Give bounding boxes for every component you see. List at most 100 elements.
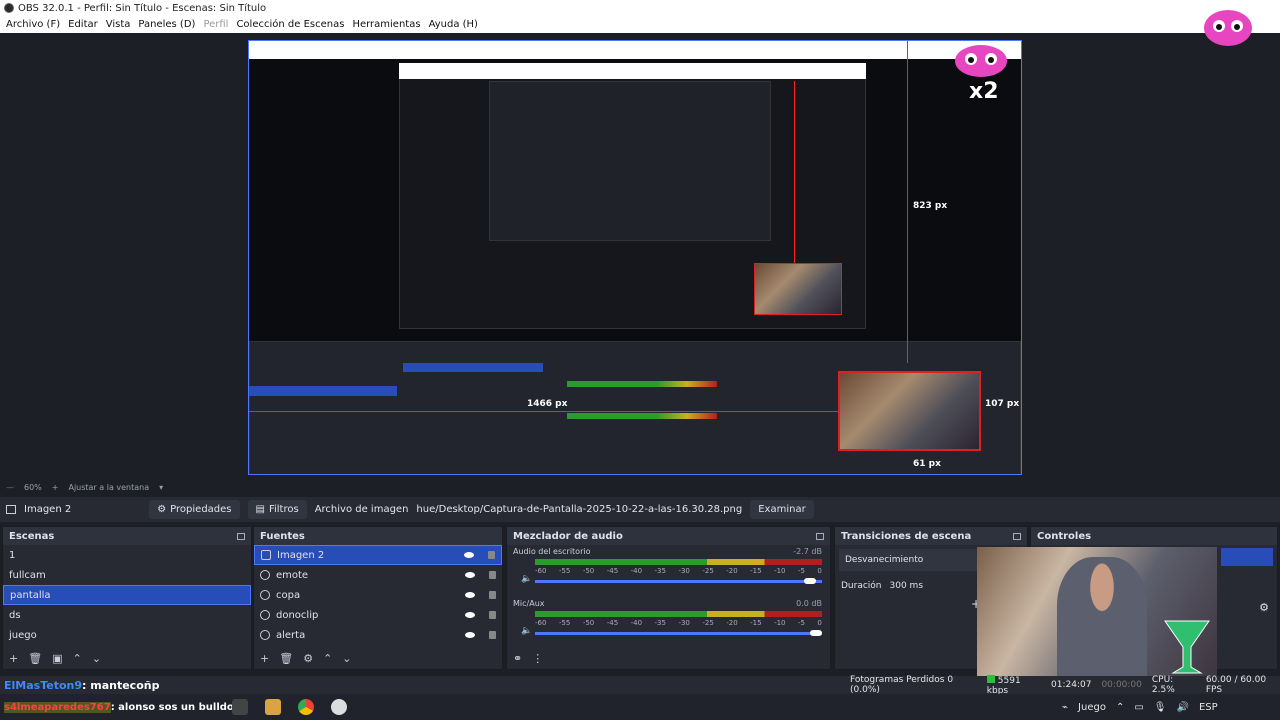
undock-icon[interactable] [816,532,824,540]
mixer-link-icon[interactable]: ⚭ [513,652,522,665]
scene-item-selected[interactable]: pantalla [3,585,251,605]
obs-taskbar-icon[interactable] [331,699,347,715]
tray-volume-icon[interactable]: 🔊 [1176,702,1188,713]
start-streaming-button[interactable] [1221,548,1273,566]
move-down-icon[interactable]: ⌄ [92,652,101,665]
add-scene-icon[interactable]: + [9,652,18,665]
menu-editar[interactable]: Editar [64,19,102,30]
duration-label: Duración [841,581,882,591]
volume-slider-knob[interactable] [804,578,817,584]
image-path-field[interactable]: hue/Desktop/Captura-de-Pantalla-2025-10-… [416,504,742,515]
rec-time: 00:00:00 [1101,680,1142,690]
source-row[interactable]: alerta [254,625,502,645]
tray-monitor-icon[interactable]: ▭ [1134,702,1143,713]
browse-button[interactable]: Examinar [750,500,814,519]
menu-bar: Archivo (F) Editar Vista Paneles (D) Per… [0,16,1280,33]
preview-area: 823 px 1466 px 107 px 61 px x2 [0,10,1280,480]
camera-source-selected[interactable] [838,371,981,451]
add-source-icon[interactable]: + [260,652,269,665]
lock-icon[interactable] [489,571,496,579]
meter-scale: -60 -55 -50 -45 -40 -35 -30 -25 -20 -15 -10 -5 0 [535,619,822,627]
move-down-icon[interactable]: ⌄ [342,652,351,665]
tray-chevron-icon[interactable]: ⌃ [1116,702,1124,713]
nested-camera-source [754,263,842,315]
language-indicator[interactable]: ESP [1199,702,1218,713]
speaker-icon[interactable]: 🔈 [521,574,532,584]
zoom-dropdown-icon[interactable]: ▾ [159,483,163,492]
chrome-icon[interactable] [298,699,314,715]
transitions-title: Transiciones de escena [841,530,972,542]
speaker-icon[interactable]: 🔈 [521,626,532,636]
lock-icon[interactable] [488,551,495,559]
scene-item[interactable]: juego [3,625,251,645]
mixer-menu-icon[interactable]: ⋮ [532,652,543,665]
undock-icon[interactable] [237,532,245,540]
webcam-overlay [977,547,1217,678]
menu-paneles[interactable]: Paneles (D) [134,19,199,30]
file-explorer-icon[interactable] [265,699,281,715]
menu-coleccion-escenas[interactable]: Colección de Escenas [232,19,348,30]
visibility-eye-icon[interactable] [465,592,475,598]
settings-gear-icon[interactable]: ⚙ [1259,601,1269,614]
channel-db: -2.7 dB [793,547,822,556]
bitrate-status-icon [986,674,995,683]
mascot-emote-image: x2 [941,41,1019,109]
window-titlebar: OBS 32.0.1 - Perfil: Sin Título - Escena… [0,0,1280,16]
menu-vista[interactable]: Vista [102,19,135,30]
fps-indicator: 60.00 / 60.00 FPS [1205,675,1267,695]
taskbar-chat-message: : alonso sos un bulldog [110,701,241,713]
filters-button[interactable]: ▤ Filtros [247,500,307,519]
scene-item[interactable]: 1 [3,545,251,565]
menu-ayuda[interactable]: Ayuda (H) [425,19,482,30]
scene-item[interactable]: fullcam [3,565,251,585]
tray-mic-icon[interactable]: 🎙 [1154,702,1167,713]
browser-source-icon [260,590,270,600]
sources-title: Fuentes [260,530,305,542]
lock-icon[interactable] [489,631,496,639]
properties-label: Propiedades [170,504,232,515]
zoom-minus-icon[interactable]: — [6,483,14,492]
zoom-fit-label[interactable]: Ajustar a la ventana [68,483,149,492]
visibility-eye-icon[interactable] [464,552,474,558]
visibility-eye-icon[interactable] [465,572,475,578]
remove-scene-icon[interactable]: 🗑 [28,652,42,665]
zoom-percent: 60% [24,482,42,492]
source-name: donoclip [276,609,319,621]
source-row[interactable]: copa [254,585,502,605]
taskbar-chat-user: s4lmeaparedes767 [4,701,111,713]
properties-button[interactable]: ⚙ Propiedades [149,500,240,519]
source-row-selected[interactable]: Imagen 2 [254,545,502,565]
zoom-plus-icon[interactable]: + [52,483,59,492]
window-title: OBS 32.0.1 - Perfil: Sin Título - Escena… [18,2,267,14]
undock-icon[interactable] [1013,532,1021,540]
visibility-eye-icon[interactable] [465,632,475,638]
source-settings-icon[interactable]: ⚙ [303,652,313,665]
channel-db: 0.0 dB [796,599,822,608]
move-up-icon[interactable]: ⌃ [323,652,332,665]
duration-value[interactable]: 300 ms [890,581,924,591]
task-view-icon[interactable] [232,699,248,715]
lock-icon[interactable] [489,611,496,619]
lock-icon[interactable] [489,591,496,599]
channel-name: Audio del escritorio [513,547,591,556]
scene-filters-icon[interactable]: ▣ [52,652,62,665]
source-name: copa [276,589,301,601]
source-row[interactable]: emote [254,565,502,585]
visibility-eye-icon[interactable] [465,612,475,618]
source-row[interactable]: donoclip [254,605,502,625]
remove-source-icon[interactable]: 🗑 [279,652,293,665]
game-mode-icon[interactable]: ⌁ [1062,702,1068,713]
scene-item[interactable]: ds [3,605,251,625]
menu-herramientas[interactable]: Herramientas [348,19,424,30]
filters-label: Filtros [268,504,299,515]
source-name: Imagen 2 [277,549,325,561]
move-up-icon[interactable]: ⌃ [73,652,82,665]
nested-preview-menubar [399,63,866,79]
mascot-corner-image [1198,0,1258,70]
volume-slider-knob[interactable] [810,630,822,636]
browser-source-icon [260,630,270,640]
menu-archivo[interactable]: Archivo (F) [2,19,64,30]
volume-slider[interactable] [535,630,822,636]
volume-slider[interactable] [535,578,822,584]
preview-canvas[interactable]: 823 px 1466 px 107 px 61 px x2 [248,40,1022,475]
